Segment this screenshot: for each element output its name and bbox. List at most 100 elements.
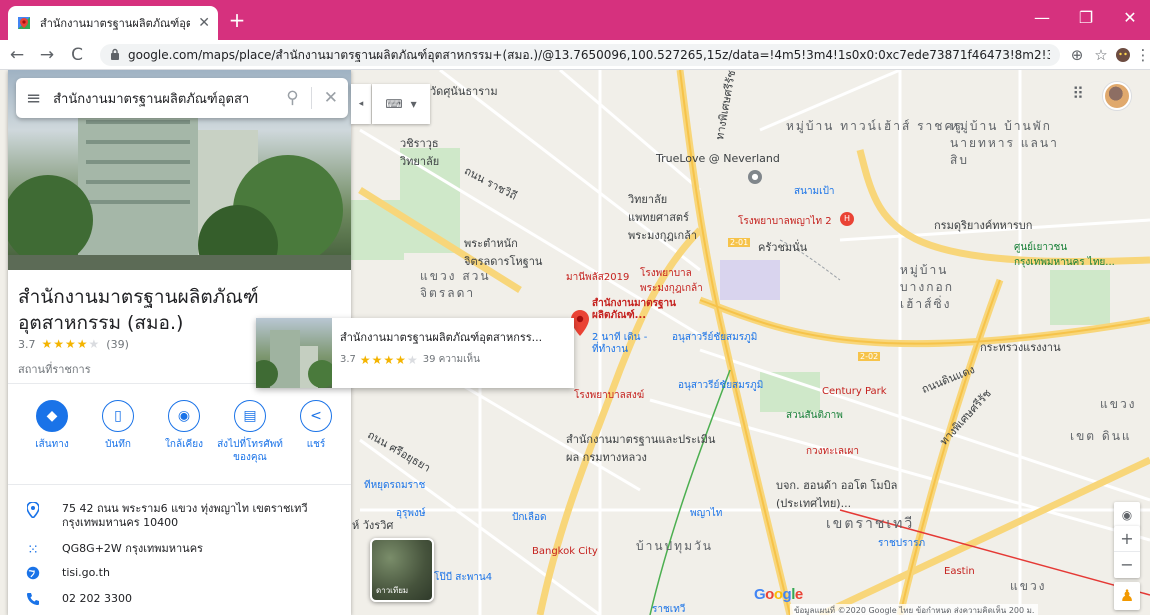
poi-pin-icon[interactable]: ● bbox=[748, 170, 762, 184]
popup-rating-value: 3.7 bbox=[340, 354, 356, 365]
back-icon[interactable]: ← bbox=[4, 42, 30, 68]
collapse-panel-button[interactable]: ◂ bbox=[351, 84, 371, 124]
popup-stars-empty: ★ bbox=[406, 352, 419, 367]
zoom-in-button[interactable]: + bbox=[1114, 526, 1140, 552]
rating-stars-filled: ★★★★ bbox=[41, 337, 89, 351]
popup-title: สำนักงานมาตรฐานผลิตภัณฑ์อุตสาหกรร... bbox=[340, 331, 543, 344]
selected-place-label: สำนักงานมาตรฐาน ผลิตภัณฑ์... bbox=[592, 298, 676, 322]
phone-icon bbox=[24, 592, 42, 610]
zoom-out-button[interactable]: − bbox=[1114, 552, 1140, 578]
search-box[interactable]: ≡ สำนักงานมาตรฐานผลิตภัณฑ์อุตสา ⚲ ✕ bbox=[16, 78, 348, 118]
hospital-pin-icon[interactable]: H bbox=[840, 212, 854, 226]
map-label: กรมดุริยางค์ทหารบก bbox=[934, 219, 1033, 232]
map-label: โป๊บี สะพาน4 bbox=[434, 572, 493, 583]
search-icon[interactable]: ⚲ bbox=[286, 88, 298, 108]
browser-tab-maps[interactable]: สำนักงานมาตรฐานผลิตภัณฑ์อุตสาห ✕ bbox=[8, 6, 218, 40]
map-label: สำนักงานมาตรฐานและประเมินผล กรมทางหลวง bbox=[566, 433, 716, 464]
place-category[interactable]: สถานที่ราชการ bbox=[18, 360, 91, 378]
save-button[interactable]: ▯ บันทึก bbox=[90, 400, 146, 464]
map-label: ครัวชมนั่น bbox=[758, 241, 808, 254]
search-input[interactable]: สำนักงานมาตรฐานผลิตภัณฑ์อุตสา bbox=[53, 88, 274, 109]
hamburger-menu-icon[interactable]: ≡ bbox=[26, 88, 41, 109]
rating-stars-icon: ★★★★★ bbox=[42, 337, 101, 351]
website-row[interactable]: tisi.go.th bbox=[24, 566, 344, 584]
bookmark-icon: ▯ bbox=[102, 400, 134, 432]
satellite-label: ดาวเทียม bbox=[376, 586, 409, 595]
google-logo: Google bbox=[754, 586, 803, 603]
globe-icon bbox=[24, 566, 42, 584]
popup-body: สำนักงานมาตรฐานผลิตภัณฑ์อุตสาหกรร... 3.7… bbox=[332, 318, 574, 388]
popup-rating: 3.7 ★★★★★ 39 ความเห็น bbox=[340, 352, 566, 367]
keyboard-icon: ⌨ bbox=[385, 97, 403, 111]
map-label: อนุสาวรีย์ชัยสมรภูมิ bbox=[672, 332, 758, 343]
send-to-phone-icon: ▤ bbox=[234, 400, 266, 432]
address-row[interactable]: 75 42 ถนน พระราม6 แขวง ทุ่งพญาไท เขตราชเ… bbox=[24, 501, 344, 530]
address-bar[interactable]: google.com/maps/place/สำนักงานมาตรฐานผลิ… bbox=[100, 44, 1060, 66]
new-tab-button[interactable]: + bbox=[226, 10, 248, 32]
directions-button[interactable]: ◆ เส้นทาง bbox=[24, 400, 80, 464]
map-label: มานีพลัส2019 bbox=[566, 272, 630, 283]
url-domain: google.com bbox=[128, 47, 199, 62]
map-label: Century Park bbox=[822, 386, 887, 397]
restore-icon[interactable]: ❐ bbox=[1066, 8, 1106, 27]
satellite-toggle[interactable]: ดาวเทียม bbox=[370, 538, 434, 602]
map-label: ศูนย์เยาวชนกรุงเทพมหานคร ไทย... bbox=[1014, 242, 1115, 268]
action-label: เส้นทาง bbox=[35, 439, 69, 450]
action-label: บันทึก bbox=[105, 439, 131, 450]
minimize-icon[interactable]: — bbox=[1022, 8, 1062, 27]
my-location-icon[interactable]: ◉ bbox=[1114, 502, 1140, 528]
phone-text: 02 202 3300 bbox=[62, 592, 132, 605]
bookmark-star-icon[interactable]: ☆ bbox=[1092, 46, 1110, 64]
nearby-button[interactable]: ◉ ใกล้เคียง bbox=[156, 400, 212, 464]
tab-title: สำนักงานมาตรฐานผลิตภัณฑ์อุตสาห bbox=[40, 17, 191, 30]
map-label: สวนสันติภาพ bbox=[786, 410, 843, 421]
map-label: วชิราวุธวิทยาลัย bbox=[400, 137, 440, 168]
send-to-phone-button[interactable]: ▤ ส่งไปที่โทรศัพท์ของคุณ bbox=[217, 400, 283, 464]
tab-close-icon[interactable]: ✕ bbox=[198, 15, 210, 31]
rating-stars-empty: ★ bbox=[88, 337, 101, 351]
window-close-icon[interactable]: ✕ bbox=[1110, 8, 1150, 27]
share-icon: < bbox=[300, 400, 332, 432]
district-label: แขวง bbox=[1100, 397, 1137, 411]
google-apps-icon[interactable]: ⠿ bbox=[1066, 84, 1090, 108]
website-link: tisi.go.th bbox=[62, 566, 110, 579]
popup-thumbnail bbox=[250, 318, 336, 388]
review-count-link[interactable]: (39) bbox=[106, 338, 129, 351]
action-label: ใกล้เคียง bbox=[165, 439, 203, 450]
map-label: โรงพยาบาลสงฆ์ bbox=[574, 390, 645, 401]
map-label: วิทยาลัยแพทยศาสตร์พระมงกุฎเกล้า bbox=[628, 193, 698, 242]
pegman-icon[interactable]: ♟ bbox=[1114, 582, 1140, 610]
search-divider bbox=[310, 87, 312, 109]
map-label: ทีหยุดรถมราช bbox=[364, 480, 426, 491]
input-tools-button[interactable]: ⌨ ▾ bbox=[372, 84, 430, 124]
map-label: พระตำหนักจิตรลดารโหฐาน bbox=[464, 237, 543, 268]
directions-icon: ◆ bbox=[36, 400, 68, 432]
district-label: เขต ดินแ bbox=[1070, 429, 1132, 443]
route-shield: 2-02 bbox=[858, 352, 881, 361]
location-pin-icon bbox=[24, 501, 42, 522]
map-label: ห์ วังรวิศ bbox=[352, 519, 394, 532]
url-path: /maps/place/สำนักงานมาตรฐานผลิตภัณฑ์อุตส… bbox=[198, 47, 1050, 62]
place-hover-card[interactable]: สำนักงานมาตรฐานผลิตภัณฑ์อุตสาหกรร... 3.7… bbox=[250, 318, 574, 388]
selected-place-label-line2: ผลิตภัณฑ์... bbox=[592, 310, 647, 321]
share-button[interactable]: < แชร์ bbox=[288, 400, 344, 464]
browser-menu-icon[interactable]: ⋮ bbox=[1134, 46, 1150, 64]
google-maps-favicon-icon bbox=[16, 15, 32, 31]
extension-icon[interactable] bbox=[1114, 46, 1132, 64]
url-text: google.com/maps/place/สำนักงานมาตรฐานผลิ… bbox=[128, 46, 1050, 65]
district-label: แขวง สวนจิตรลดา bbox=[420, 269, 491, 300]
browser-titlebar: สำนักงานมาตรฐานผลิตภัณฑ์อุตสาห ✕ + — ❐ ✕ bbox=[0, 0, 1150, 40]
district-label: เขตราชเทวี bbox=[826, 516, 915, 532]
phone-row[interactable]: 02 202 3300 bbox=[24, 592, 344, 610]
place-rating: 3.7 ★★★★★ (39) bbox=[18, 337, 129, 351]
map-canvas[interactable]: หมู่บ้าน ทาวน์เฮ้าส์ ราชครู หมู่บ้าน บ้า… bbox=[0, 70, 1150, 615]
map-label: ปักเลือด bbox=[512, 512, 547, 523]
reload-icon[interactable]: C bbox=[64, 42, 90, 68]
clear-search-icon[interactable]: ✕ bbox=[324, 88, 338, 108]
plus-code-row[interactable]: ⁙ QG8G+2W กรุงเทพมหานคร bbox=[24, 542, 344, 558]
forward-icon[interactable]: → bbox=[34, 42, 60, 68]
account-avatar[interactable] bbox=[1103, 82, 1131, 110]
district-label: หมู่บ้าน บางกอก เฮ้าส์ซิ่ง bbox=[900, 263, 954, 311]
map-footer[interactable]: ข้อมูลแผนที่ ©2020 Google ไทย ข้อกำหนด ส… bbox=[790, 604, 1039, 615]
install-icon[interactable]: ⊕ bbox=[1068, 46, 1086, 64]
